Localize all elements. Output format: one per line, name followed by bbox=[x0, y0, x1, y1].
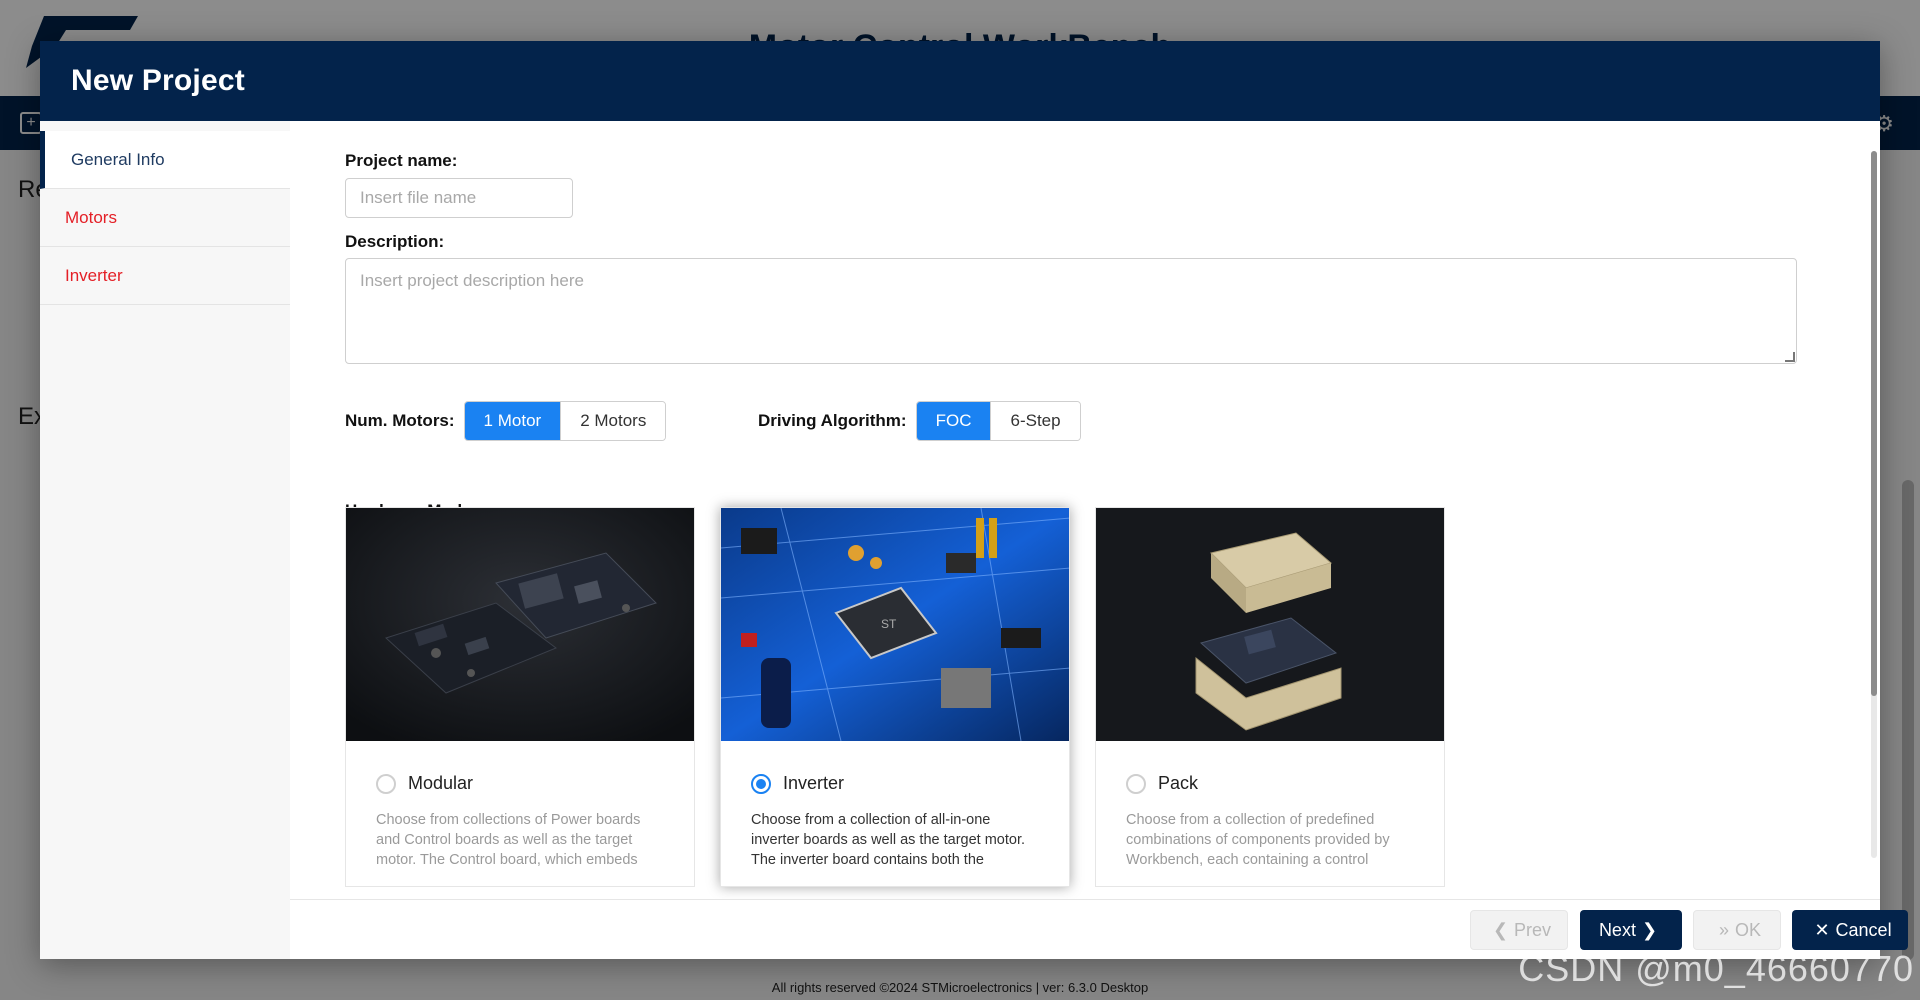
next-button[interactable]: Next ❯ bbox=[1580, 910, 1682, 950]
prev-button[interactable]: ❮ Prev bbox=[1470, 910, 1568, 950]
sidebar-item-general-info[interactable]: General Info bbox=[40, 131, 290, 189]
driving-algorithm-toggle: FOC 6-Step bbox=[915, 401, 1081, 441]
card-title-inverter: Inverter bbox=[783, 773, 845, 793]
driving-algorithm-option-6step[interactable]: 6-Step bbox=[991, 402, 1080, 440]
card-description-modular: Choose from collections of Power boards … bbox=[376, 812, 641, 868]
num-motors-toggle: 1 Motor 2 Motors bbox=[463, 401, 667, 441]
driving-algorithm-row: Driving Algorithm: FOC 6-Step bbox=[758, 401, 1081, 441]
num-motors-option-2[interactable]: 2 Motors bbox=[561, 402, 666, 440]
card-title-modular: Modular bbox=[408, 773, 474, 793]
svg-text:ST: ST bbox=[881, 617, 897, 631]
content-scrollbar[interactable] bbox=[1871, 151, 1877, 858]
driving-algorithm-label: Driving Algorithm: bbox=[758, 411, 907, 430]
content-scrollbar-thumb[interactable] bbox=[1871, 151, 1877, 696]
project-name-input[interactable] bbox=[345, 178, 573, 218]
modular-board-image bbox=[346, 508, 694, 741]
card-description-pack: Choose from a collection of predefined c… bbox=[1126, 812, 1390, 868]
pack-enclosure-image bbox=[1096, 508, 1444, 741]
hardware-mode-card-inverter[interactable]: ST Inverter Choose from a collection of … bbox=[720, 507, 1070, 887]
sidebar-item-motors[interactable]: Motors bbox=[40, 189, 290, 247]
general-info-content: Project name: Description: Num. Motors: … bbox=[290, 121, 1880, 908]
close-icon: ✕ bbox=[1814, 919, 1830, 940]
radio-inverter[interactable] bbox=[751, 773, 771, 794]
double-chevron-right-icon: » bbox=[1718, 919, 1729, 940]
radio-modular[interactable] bbox=[376, 773, 396, 794]
driving-algorithm-option-foc[interactable]: FOC bbox=[916, 402, 992, 440]
cancel-button-label: Cancel bbox=[1835, 919, 1892, 940]
cancel-button[interactable]: ✕ Cancel bbox=[1792, 910, 1908, 950]
description-input[interactable] bbox=[345, 258, 1797, 364]
chevron-left-icon: ❮ bbox=[1492, 919, 1509, 940]
watermark-text: CSDN @m0_46660770 bbox=[1518, 948, 1914, 989]
description-label: Description: bbox=[345, 232, 445, 251]
project-name-label: Project name: bbox=[345, 151, 458, 170]
new-project-modal: New Project General Info Motors Inverter… bbox=[40, 41, 1908, 959]
prev-button-label: Prev bbox=[1514, 919, 1552, 940]
card-title-pack: Pack bbox=[1158, 773, 1199, 793]
modal-header: New Project bbox=[40, 41, 1880, 121]
radio-pack[interactable] bbox=[1126, 773, 1146, 794]
inverter-board-image: ST bbox=[721, 508, 1069, 741]
chevron-right-icon: ❯ bbox=[1641, 919, 1658, 940]
ok-button-label: OK bbox=[1735, 919, 1762, 940]
modal-title: New Project bbox=[71, 64, 245, 97]
next-button-label: Next bbox=[1598, 919, 1636, 940]
card-description-inverter: Choose from a collection of all-in-one i… bbox=[751, 812, 1026, 868]
hardware-mode-cards: Modular Choose from collections of Power… bbox=[345, 507, 1445, 887]
hardware-mode-card-modular[interactable]: Modular Choose from collections of Power… bbox=[345, 507, 695, 887]
num-motors-label: Num. Motors: bbox=[345, 411, 455, 430]
sidebar-item-inverter[interactable]: Inverter bbox=[40, 247, 290, 305]
hardware-mode-card-pack[interactable]: Pack Choose from a collection of predefi… bbox=[1095, 507, 1445, 887]
wizard-sidebar: General Info Motors Inverter bbox=[40, 121, 290, 959]
num-motors-option-1[interactable]: 1 Motor bbox=[464, 402, 562, 440]
resize-grip-icon[interactable] bbox=[1785, 352, 1795, 362]
num-motors-row: Num. Motors: 1 Motor 2 Motors bbox=[345, 401, 667, 441]
ok-button[interactable]: » OK bbox=[1693, 910, 1781, 950]
